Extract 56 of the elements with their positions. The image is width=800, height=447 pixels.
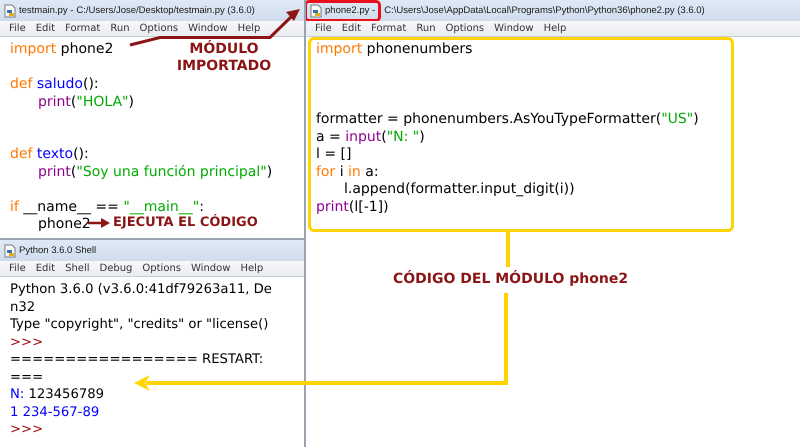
code-line: l.append(formatter.input_digit(i)) (343, 181, 575, 198)
menu-item[interactable]: File (310, 23, 337, 34)
menu-item[interactable]: Help (538, 23, 572, 34)
annotation-label: MÓDULO IMPORTADO (176, 41, 272, 75)
menu-item[interactable]: Options (440, 23, 490, 34)
shell-line: === (10, 368, 44, 386)
code-line: for i in a: (316, 164, 379, 181)
annotation-label: CÓDIGO DEL MÓDULO phone2 (393, 271, 628, 287)
menu-item[interactable]: Run (411, 23, 441, 34)
menu-item[interactable]: Options (137, 263, 186, 274)
code-line: l = [] (316, 146, 352, 164)
shell-line: Python 3.6.0 (v3.6.0:41df79263a11, De (10, 281, 272, 298)
menu-item[interactable]: Window (186, 263, 236, 274)
python-file-icon (310, 4, 322, 18)
shell-line: n32 (10, 298, 36, 316)
window-title: phone2.py - (325, 5, 376, 16)
menu-item[interactable]: File (4, 263, 31, 274)
menu-item[interactable]: Format (366, 23, 412, 34)
menu-item[interactable]: File (4, 23, 31, 34)
python-file-icon (4, 4, 16, 18)
code-line: import phonenumbers (316, 41, 472, 58)
menu-item[interactable]: Format (60, 23, 106, 34)
shell-line: ================= RESTART: (10, 351, 264, 368)
code-line: print("HOLA") (37, 94, 134, 111)
shell-line: N: 123456789 (10, 386, 104, 404)
annotation-label: EJECUTA EL CÓDIGO (113, 215, 258, 230)
window-title: testmain.py - (19, 5, 74, 16)
code-line: a = input("N: ") (316, 128, 425, 146)
window-title: C:\Users\Jose\AppData\Local\Programs\Python\Python36\phone2.py (3.6.0) (384, 5, 705, 16)
code-line: phone2 (37, 216, 91, 234)
window-title: C:/Users/Jose/Desktop/testmain.py (3.6.0) (76, 5, 255, 16)
menu-item[interactable]: Edit (336, 23, 366, 34)
shell-line: >>> (10, 334, 44, 351)
code-line: formatter = phonenumbers.AsYouTypeFormatter("US") (316, 111, 699, 128)
menu-item[interactable]: Run (105, 23, 135, 34)
code-line: if __name__ == "__main__": (10, 198, 204, 214)
menu-item[interactable]: Edit (30, 23, 60, 34)
menu-item[interactable]: Window (183, 23, 233, 34)
menu-item[interactable]: Options (134, 23, 184, 34)
code-line: print(l[-1]) (316, 198, 389, 216)
code-line: print("Soy una función principal") (37, 164, 272, 181)
menu-item[interactable]: Help (232, 23, 266, 34)
menu-item[interactable]: Window (489, 23, 539, 34)
menu-item[interactable]: Debug (94, 263, 138, 274)
menu-item[interactable]: Help (235, 263, 268, 274)
code-line: def saludo(): (10, 76, 99, 94)
python-file-icon (4, 244, 16, 258)
menu-item[interactable]: Shell (60, 263, 95, 274)
arrow-icon (88, 218, 110, 228)
window-title: Python 3.6.0 Shell (19, 245, 96, 256)
menu-item[interactable]: Edit (30, 263, 60, 274)
shell-line: Type "copyright", "credits" or "license() (10, 316, 268, 334)
shell-line: >>> (10, 421, 44, 438)
code-line: import phone2 (10, 41, 114, 58)
shell-line: 1 234-567-89 (10, 404, 100, 421)
code-line: def texto(): (10, 146, 89, 164)
